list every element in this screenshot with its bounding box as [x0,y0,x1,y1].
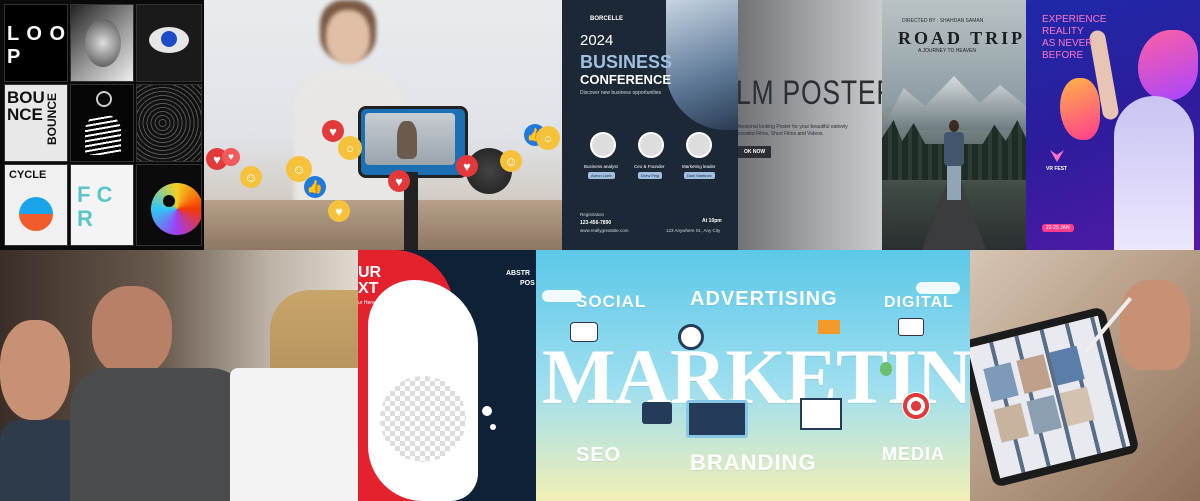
chart-board-icon [800,398,842,430]
digital-word: DIGITAL [884,294,954,311]
road-trip-subtitle: A JOURNEY TO HEAVEN [918,48,976,54]
speaker-name: Dani Martinez [684,172,715,179]
man-center-head [92,286,172,376]
event-time: At 10pm [702,218,722,224]
heart-reaction-icon: ♥ [388,170,410,192]
briefcase-icon [642,402,672,424]
film-poster-description: fessional looking Poster for your beauti… [738,124,848,137]
vr-brand: VR FEST [1046,166,1068,172]
vr-fest-poster: EXPERIENCE REALITY AS NEVER BEFORE VR FE… [1026,0,1200,250]
gradient-blob [1060,78,1100,140]
vr-headline-3: AS NEVER [1042,38,1093,49]
lightbulb-icon [880,362,892,376]
vr-logo-icon [1050,150,1064,162]
phone-on-gimbal [358,106,468,178]
seo-word: SEO [576,444,622,466]
event-tagline: Discover new business opportunities [580,90,662,96]
wave-poster [70,84,134,162]
eye-poster [136,4,202,82]
heart-reaction-icon: ♥ [456,155,478,177]
man-center-body [70,368,250,501]
brand-label: BORCELLE [590,16,623,22]
love-eyes-reaction-icon: ♥ [328,200,350,222]
like-reaction-icon: ♥ [222,148,240,166]
laptop-icon [686,400,748,438]
loop-text: L O O P [7,23,67,68]
event-title-line1: BUSINESS [580,52,673,72]
like-reaction-icon: 👍 [304,176,326,198]
road-trip-poster: DIRECTED BY : SHAHDAN SAMAN ROAD TRIP A … [882,0,1026,250]
speaker-avatar [590,132,616,158]
media-word: MEDIA [882,444,945,464]
vr-date-badge: 22-25 JAN [1042,224,1074,232]
man-left-head [0,320,70,420]
speaker-name: Aaron Loeb [588,172,615,179]
bounce-vertical-text: BOUNCE [45,92,59,145]
hand-with-stylus [1120,280,1190,370]
traveler-figure [944,120,964,200]
abstract-poster: UR XT ur Here ABSTR POS IPSUM [358,250,536,501]
abstract-big-text-2: XT [358,280,379,297]
tablet-photo [970,250,1200,501]
cloud [916,282,960,294]
gradient-blob [1138,30,1198,100]
table-surface [204,200,562,250]
loop-poster: L O O P [4,4,68,82]
vr-headline-2: REALITY [1042,26,1084,37]
business-conference-poster: BORCELLE 2024 BUSINESS CONFERENCE Discov… [562,0,738,250]
team-meeting-photo [0,250,358,501]
vr-headline-4: BEFORE [1042,50,1084,61]
decor-dot [482,406,492,416]
vr-headline-1: EXPERIENCE [1042,14,1107,25]
speaker-avatar [686,132,712,158]
speaker-name: Drew Feig [638,172,663,179]
cycle-poster: CYCLE [4,164,68,246]
speaker-role: Ceo & Founder [634,164,665,169]
tablet-screen [970,315,1131,479]
speaker-role: Business analyst [584,164,618,169]
fcr-text: F C R [77,182,113,231]
abstract-right-text-2: POS [520,280,535,287]
gradient-ring-poster [136,164,202,246]
road-trip-title: ROAD TRIP [898,28,1026,48]
swirl-poster [70,4,134,82]
website-text: www.reallygreatsite.com [580,228,629,233]
vr-person [1114,96,1194,250]
branding-word: BRANDING [690,450,817,475]
speaker-avatar [638,132,664,158]
wow-reaction-icon: ○ [338,136,362,160]
director-credit: DIRECTED BY : SHAHDAN SAMAN [902,18,984,24]
book-now-button: OK NOW [738,146,772,158]
tablet-device [970,306,1140,488]
advertising-word: ADVERTISING [690,288,838,310]
smile-reaction-icon: ☺ [240,166,262,188]
decor-dot [490,424,496,430]
fcr-poster: F C R [70,164,134,246]
abstract-right-text-1: ABSTR [506,270,531,277]
event-title-line2: CONFERENCE [580,72,672,87]
registration-phone: 123-456-7890 [580,220,612,226]
registration-label: Registration [580,212,605,217]
event-year: 2024 [580,32,614,49]
poster-grid-tile: L O O P BOUNCE BOUNCE CYCLE F C R [0,0,204,250]
speaker-role: Marketing leader [682,164,716,169]
abstract-bottom-text: IPSUM [358,486,378,492]
pattern-poster [136,84,202,162]
transparent-photo-placeholder [380,376,466,462]
event-address: 123 Anywhere St., Any City [666,228,721,233]
film-poster-tile: LM POSTER fessional looking Poster for y… [738,0,882,250]
social-word: SOCIAL [576,292,647,311]
smile-reaction-icon: ☺ [500,150,522,172]
building-photo [666,0,738,130]
marketing-illustration: SOCIAL ADVERTISING DIGITAL MARKETING SEO… [536,250,970,501]
target-icon [902,392,930,420]
cycle-text: CYCLE [9,169,47,181]
vlogger-tile: ♥ ♥ ♥ ♥ 👍 👍 ☺ ☺ ☺ ○ ○ ♥ ♥ [204,0,562,250]
film-poster-title: LM POSTER [738,74,882,112]
abstract-small-text: ur Here [358,300,375,306]
wow-reaction-icon: ○ [536,126,560,150]
laptop-screen [230,368,358,501]
bounce-poster: BOUNCE BOUNCE [4,84,68,162]
smile-reaction-icon: ☺ [286,156,312,182]
